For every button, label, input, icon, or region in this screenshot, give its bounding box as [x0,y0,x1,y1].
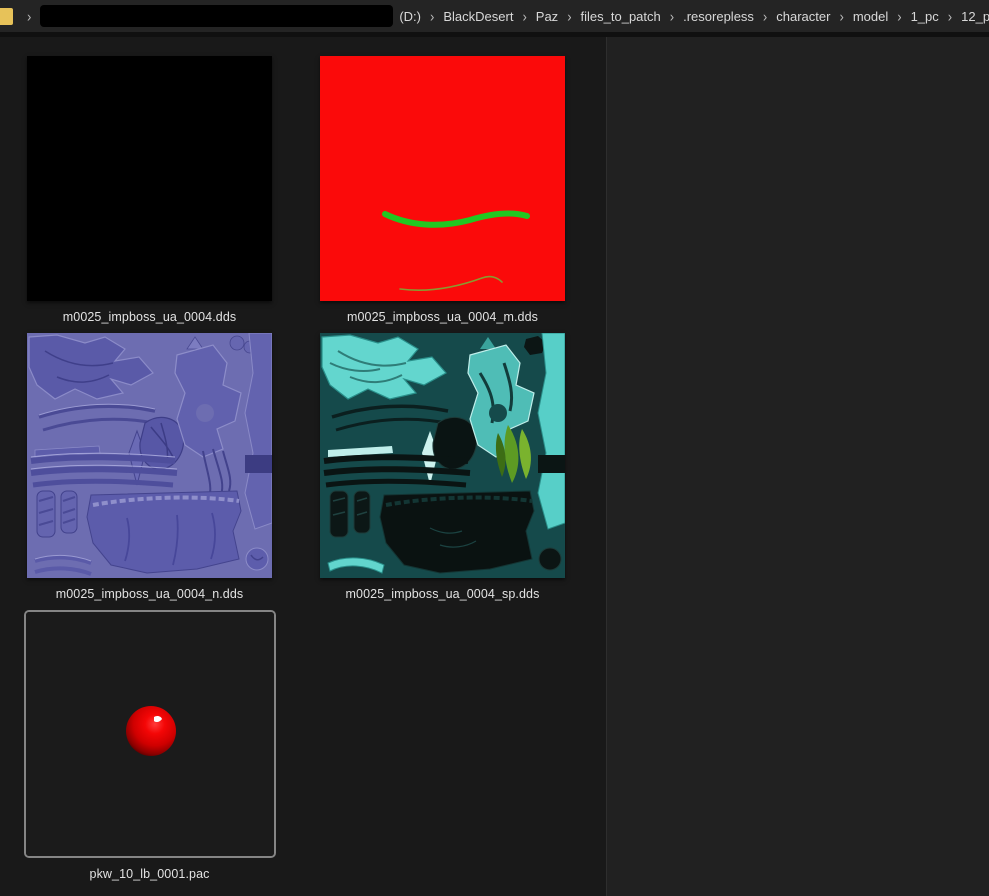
breadcrumb-segment: files_to_patch › [581,9,684,24]
normal-map-texture-thumbnail [27,333,272,578]
breadcrumb-item[interactable]: Paz [536,9,558,24]
breadcrumb-item[interactable]: 1_pc [911,9,939,24]
file-item-dds-mask[interactable]: m0025_impboss_ua_0004_m.dds [320,56,565,333]
file-item-dds-diffuse[interactable]: m0025_impboss_ua_0004.dds [27,56,272,333]
specular-map-texture-thumbnail [320,333,565,578]
file-name-label: m0025_impboss_ua_0004_sp.dds [320,578,565,610]
breadcrumb-item[interactable]: 12_pkw [961,9,989,24]
chevron-right-icon: › [558,7,580,24]
breadcrumb-item[interactable]: files_to_patch [581,9,661,24]
breadcrumb-item-drive[interactable]: (D:) [399,9,421,24]
chevron-right-icon: › [830,7,852,24]
file-name-label: m0025_impboss_ua_0004_n.dds [27,578,272,610]
breadcrumb-segment: 12_pkw › [961,9,989,24]
chevron-right-icon: › [939,7,961,24]
folder-icon[interactable] [0,8,13,25]
breadcrumb-segment: .resorepless › [683,9,776,24]
breadcrumb-bar: › (D:) › BlackDesert › Paz › files_to_pa… [0,0,989,32]
red-mask-texture-thumbnail [320,56,565,301]
file-name-label: m0025_impboss_ua_0004_m.dds [320,301,565,333]
black-texture-thumbnail [27,56,272,301]
breadcrumb-items: BlackDesert › Paz › files_to_patch › .re… [443,9,989,24]
chevron-right-icon: › [421,7,443,24]
redacted-drive-name [40,5,393,27]
breadcrumb-item[interactable]: character [776,9,830,24]
file-item-dds-normal[interactable]: m0025_impboss_ua_0004_n.dds [27,333,272,610]
breadcrumb-segment: model › [853,9,911,24]
file-item-pac[interactable]: pkw_10_lb_0001.pac [27,610,272,887]
chevron-right-icon: › [754,7,776,24]
file-item-dds-specular[interactable]: m0025_impboss_ua_0004_sp.dds [320,333,565,610]
chevron-right-icon: › [513,7,535,24]
breadcrumb-segment: BlackDesert › [443,9,535,24]
breadcrumb-segment: Paz › [536,9,581,24]
breadcrumb-segment: 1_pc › [911,9,962,24]
right-empty-pane [606,37,989,896]
chevron-right-icon: › [888,7,910,24]
breadcrumb-item[interactable]: model [853,9,888,24]
chevron-right-icon: › [661,7,683,24]
breadcrumb-item[interactable]: .resorepless [683,9,754,24]
chevron-right-icon: › [18,7,40,24]
pac-red-sphere-thumbnail [24,610,276,858]
file-grid: m0025_impboss_ua_0004.dds m0025_impboss_… [27,56,606,887]
file-name-label: pkw_10_lb_0001.pac [27,858,272,890]
breadcrumb-segment: character › [776,9,853,24]
file-name-label: m0025_impboss_ua_0004.dds [27,301,272,333]
file-browser-content: m0025_impboss_ua_0004.dds m0025_impboss_… [0,37,606,896]
breadcrumb-item[interactable]: BlackDesert [443,9,513,24]
